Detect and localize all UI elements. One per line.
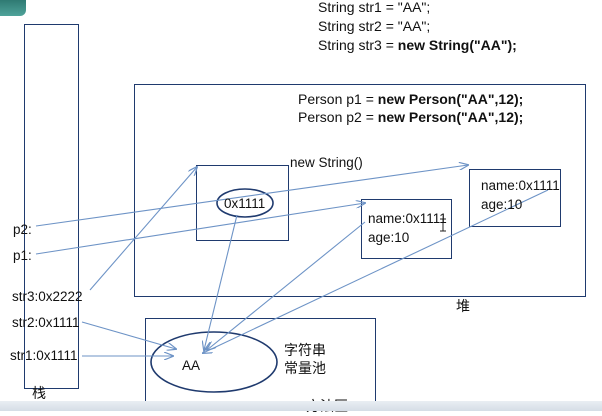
code-line-str2: String str2 = "AA"; <box>318 18 431 34</box>
code-line-str3-plain: String str3 = <box>318 37 398 53</box>
code-line-p2-bold: new Person("AA",12); <box>377 109 524 125</box>
code-line-str3: String str3 = new String("AA"); <box>318 36 517 55</box>
code-line-str1: String str1 = "AA"; <box>318 0 431 15</box>
stack-var-p1: p1: <box>13 248 32 263</box>
person1-name-field: name:0x1111 <box>368 211 447 226</box>
stack-var-str1: str1:0x1111 <box>10 348 78 363</box>
code-line-p2-plain: Person p2 = <box>298 109 378 125</box>
arrow-str2-to-pool <box>81 321 176 349</box>
code-line-str3-bold: new String("AA"); <box>397 37 517 53</box>
bottom-toolbar-strip <box>0 401 602 411</box>
code-line-p2: Person p2 = new Person("AA",12); <box>298 108 523 127</box>
new-string-label: new String() <box>290 155 363 170</box>
person2-age-field: age:10 <box>481 197 523 212</box>
stack-var-str2: str2:0x1111 <box>12 315 80 330</box>
string-object-value: 0x1111 <box>224 196 266 211</box>
pool-label-line2: 常量池 <box>284 361 326 377</box>
stack-var-p2: p2: <box>13 222 32 237</box>
pool-label-line1: 字符串 <box>284 343 326 359</box>
code-line-p1: Person p1 = new Person("AA",12); <box>298 90 523 109</box>
person2-name-field: name:0x1111 <box>481 178 560 193</box>
arrow-p1-to-person1 <box>35 203 365 255</box>
person1-age-field: age:10 <box>368 230 410 245</box>
code-line-p1-plain: Person p1 = <box>298 91 378 107</box>
pool-value-aa: AA <box>182 358 201 373</box>
code-line-p1-bold: new Person("AA",12); <box>377 91 524 107</box>
arrow-str3-to-string-object <box>89 167 197 291</box>
stack-var-str3: str3:0x2222 <box>12 289 83 304</box>
string-pool-ellipse <box>150 331 278 393</box>
